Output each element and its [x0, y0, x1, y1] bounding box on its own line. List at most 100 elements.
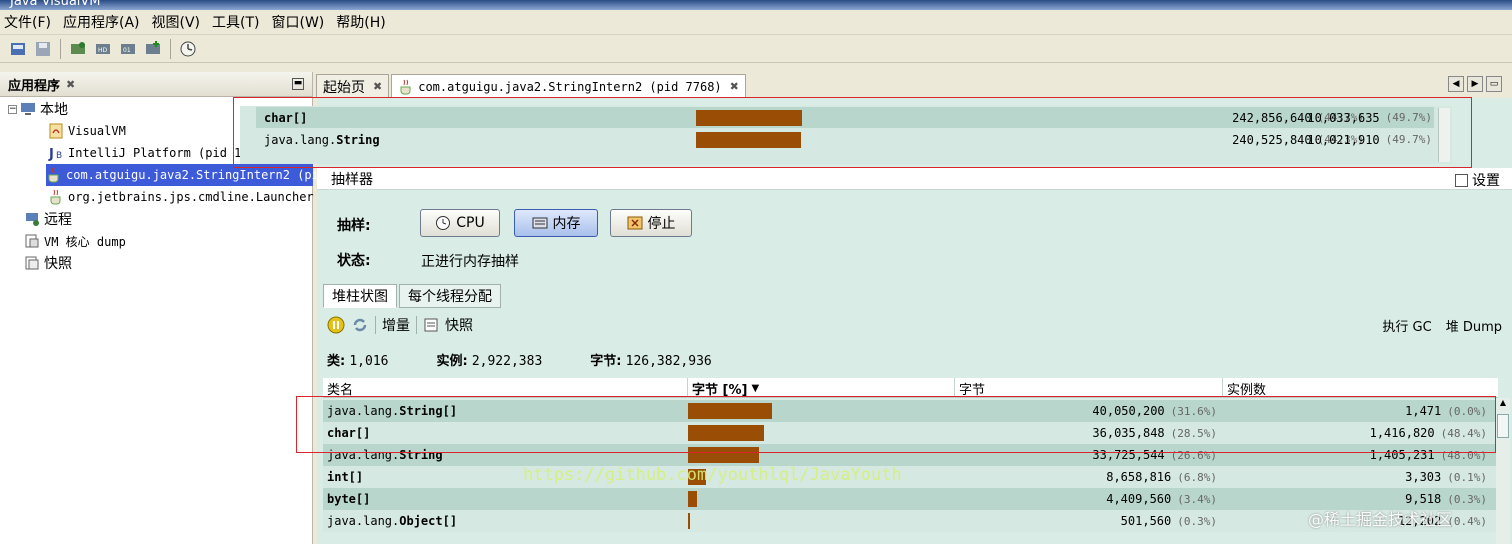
delta-button[interactable]: 增量: [382, 315, 410, 335]
bytes-value: 126,382,936: [625, 354, 712, 369]
github-watermark: https://github.com/youthlql/JavaYouth: [523, 465, 902, 485]
class-name-cell: java.lang. String: [327, 444, 687, 466]
vertical-scrollbar[interactable]: ▲: [1496, 398, 1510, 544]
column-bytes-percent-label: 字节 [%]: [692, 382, 748, 398]
class-name-cell: java.lang. String[]: [327, 400, 687, 422]
pause-icon[interactable]: [327, 316, 345, 334]
column-bytes-percent[interactable]: 字节 [%] ▼: [688, 378, 955, 398]
bytes-bar: [688, 491, 698, 507]
menu-window[interactable]: 窗口(W): [272, 12, 325, 32]
minimize-icon[interactable]: ▬: [292, 78, 304, 90]
tab-list-icon[interactable]: ▭: [1486, 76, 1502, 92]
perform-gc-button[interactable]: 执行 GC: [1382, 316, 1431, 335]
class-package: java.lang.: [327, 448, 400, 462]
save-icon[interactable]: [33, 39, 53, 59]
svg-text:J: J: [48, 147, 54, 161]
menu-view[interactable]: 视图(V): [152, 12, 201, 32]
instances-value: 10,021,910: [1307, 132, 1380, 147]
instances-value: 9,518: [1405, 492, 1442, 506]
profiler-calibration-icon[interactable]: [178, 39, 198, 59]
tab-navigation: ◀ ▶ ▭: [1448, 76, 1502, 92]
window-titlebar: Java VisualVM: [0, 0, 1512, 10]
bytes-label: 字节:: [590, 354, 622, 369]
close-icon[interactable]: ✖: [66, 78, 75, 91]
menu-tools[interactable]: 工具(T): [212, 12, 259, 32]
bytes-bar-cell: [688, 510, 953, 532]
bytes-percent: (26.6%): [1170, 448, 1217, 462]
toolbar-separator: [60, 38, 61, 59]
tree-node-vm-coredump[interactable]: VM 核心 dump: [24, 230, 126, 252]
document-tabs: 起始页 ✖ com.atguigu.java2.StringIntern2 (p…: [316, 74, 1512, 98]
table-row[interactable]: java.lang. String 33,725,544 (26.6%) 1,405,2…: [323, 444, 1498, 466]
table-row[interactable]: int[] 8,658,816 (6.8%) 3,303 (0.1%): [323, 466, 1498, 488]
tree-node-stringintern2[interactable]: com.atguigu.java2.StringIntern2 (pid: [46, 164, 326, 186]
memory-button[interactable]: 内存: [514, 209, 598, 237]
scroll-up-icon[interactable]: ▲: [1496, 398, 1510, 407]
histogram-toolbar: 增量 快照: [327, 314, 473, 336]
bytes-bar: [688, 447, 759, 463]
scroll-right-icon[interactable]: ▶: [1467, 76, 1483, 92]
class-name-cell: char[]: [327, 422, 687, 444]
java-cup-icon: [48, 189, 64, 205]
tab-start-page[interactable]: 起始页 ✖: [316, 74, 390, 98]
tab-heap-histogram[interactable]: 堆柱状图: [323, 284, 397, 308]
class-simple-name: String: [336, 132, 380, 147]
bytes-bar-cell: [688, 422, 953, 444]
instances-cell: 1,471 (0.0%): [1223, 400, 1491, 422]
tab-stringintern2[interactable]: com.atguigu.java2.StringIntern2 (pid 776…: [391, 74, 746, 98]
bytes-value: 4,409,560: [1106, 492, 1172, 506]
gc-dump-actions: 执行 GC 堆 Dump: [1382, 316, 1502, 335]
instances-value: 3,303: [1405, 470, 1442, 484]
column-bytes[interactable]: 字节: [955, 378, 1223, 398]
overlay-table-row: java.lang. String 240,525,840 (44.3%) 10,021…: [256, 129, 1434, 150]
settings-checkbox[interactable]: [1455, 173, 1468, 187]
instances-percent: (49.7%): [1385, 133, 1432, 146]
load-snapshot-icon[interactable]: [8, 39, 28, 59]
scroll-left-icon[interactable]: ◀: [1448, 76, 1464, 92]
tree-label-visualvm: VisualVM: [68, 124, 126, 138]
overlay-scrollbar[interactable]: [1438, 108, 1450, 162]
computer-icon: [20, 101, 36, 117]
column-class-name[interactable]: 类名: [323, 378, 688, 398]
instances-value: 1,471: [1405, 404, 1442, 418]
stop-button[interactable]: 停止: [610, 209, 692, 237]
tree-node-remote[interactable]: 远程: [24, 208, 72, 230]
tree-node-snapshots[interactable]: 快照: [24, 252, 72, 274]
close-icon[interactable]: ✖: [730, 80, 739, 93]
tree-node-local[interactable]: − 本地: [8, 98, 68, 120]
bytes-value: 8,658,816: [1106, 470, 1172, 484]
tree-node-intellij[interactable]: JB IntelliJ Platform (pid 137: [48, 142, 256, 164]
tree-node-visualvm[interactable]: VisualVM: [48, 120, 126, 142]
bytes-cell: 501,560 (0.3%): [955, 510, 1221, 532]
table-row[interactable]: java.lang. String[] 40,050,200 (31.6%) 1,471…: [323, 400, 1498, 422]
heap-dump-button[interactable]: 堆 Dump: [1446, 316, 1502, 335]
instances-percent: (0.4%): [1447, 514, 1487, 528]
memory-icon: [532, 217, 547, 229]
sampler-view: 抽样器 设置 抽样: CPU 内存 停止 状态: 正进行内存抽样 堆柱状图 每个…: [317, 98, 1512, 544]
tree-node-jps-launcher[interactable]: org.jetbrains.jps.cmdline.Launcher (: [48, 186, 328, 208]
table-row[interactable]: char[] 36,035,848 (28.5%) 1,416,820 (48.4%): [323, 422, 1498, 444]
cpu-button[interactable]: CPU: [420, 209, 500, 237]
add-jmx-connection-icon[interactable]: [68, 39, 88, 59]
close-icon[interactable]: ✖: [373, 80, 382, 93]
menu-help[interactable]: 帮助(H): [336, 12, 385, 32]
tab-per-thread-allocations[interactable]: 每个线程分配: [399, 284, 501, 308]
heap-dump-icon[interactable]: HD: [93, 39, 113, 59]
menu-applications[interactable]: 应用程序(A): [63, 12, 140, 32]
snapshot-button[interactable]: 快照: [445, 315, 473, 335]
collapse-icon[interactable]: −: [8, 104, 17, 114]
column-instances[interactable]: 实例数: [1223, 378, 1498, 398]
bytes-percent: (31.6%): [1170, 404, 1217, 418]
settings-toggle[interactable]: 设置: [1455, 170, 1500, 190]
thread-dump-icon[interactable]: 01: [118, 39, 138, 59]
tab-start-page-label: 起始页: [323, 79, 365, 96]
tree-label-local: 本地: [40, 102, 68, 118]
bytes-bar: [696, 109, 802, 126]
snapshot-icon: [24, 255, 40, 271]
refresh-icon[interactable]: [351, 316, 369, 334]
class-name-cell: char[]: [264, 107, 684, 128]
add-application-icon[interactable]: [143, 39, 163, 59]
network-icon: [24, 211, 40, 227]
scrollbar-thumb[interactable]: [1497, 414, 1509, 438]
menu-file[interactable]: 文件(F): [4, 12, 51, 32]
